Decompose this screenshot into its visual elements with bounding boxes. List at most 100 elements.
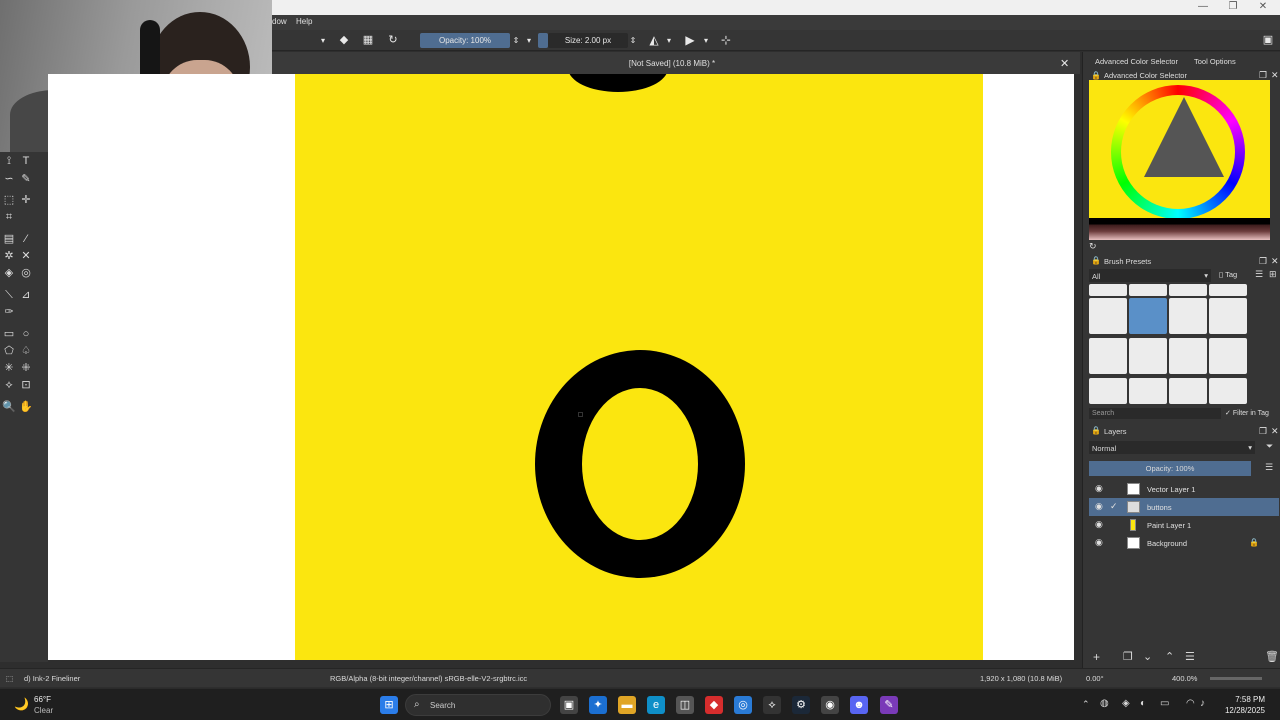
- edge-browser-icon[interactable]: e: [647, 696, 665, 714]
- brush-preset[interactable]: [1129, 378, 1167, 404]
- brush-preset[interactable]: [1089, 378, 1127, 404]
- brush-preset[interactable]: [1209, 338, 1247, 374]
- transform-tool-icon[interactable]: ⬚: [2, 193, 16, 207]
- tray-icon[interactable]: ◈: [1122, 698, 1130, 709]
- crop-tool-icon[interactable]: ⌗: [2, 210, 16, 224]
- alpha-lock-icon[interactable]: ▦: [360, 33, 376, 48]
- menu-help[interactable]: Help: [296, 17, 312, 26]
- chevron-down-icon[interactable]: ▾: [702, 33, 710, 48]
- polygon-select-icon[interactable]: ⬠: [2, 344, 16, 358]
- layer-opacity-slider[interactable]: Opacity: 100%: [1089, 461, 1251, 476]
- brush-preset[interactable]: [1169, 338, 1207, 374]
- list-view-icon[interactable]: ☰: [1255, 269, 1263, 280]
- brush-preset[interactable]: [1129, 338, 1167, 374]
- gradient-tool-icon[interactable]: ▤: [2, 232, 16, 246]
- mirror-horizontal-icon[interactable]: ◭: [646, 33, 662, 48]
- tray-icon[interactable]: ◍: [1100, 698, 1109, 709]
- reload-preset-icon[interactable]: ↻: [385, 33, 401, 48]
- filter-icon[interactable]: ⏷: [1266, 441, 1273, 452]
- weather-icon[interactable]: 🌙: [14, 697, 29, 711]
- text-tool-icon[interactable]: T: [19, 154, 33, 168]
- wrap-around-icon[interactable]: ⊹: [718, 33, 734, 48]
- brush-preset[interactable]: [1089, 298, 1127, 334]
- opacity-spin-icon[interactable]: ⇕: [512, 33, 520, 48]
- brush-preset[interactable]: [1209, 298, 1247, 334]
- chevron-down-icon[interactable]: ▾: [318, 33, 328, 48]
- canvas-vertical-scrollbar[interactable]: [1074, 74, 1082, 660]
- size-slider[interactable]: Size: 2.00 px: [548, 33, 628, 48]
- color-picker-icon[interactable]: ⁄: [19, 232, 33, 246]
- hue-ring[interactable]: [1111, 85, 1245, 218]
- eye-icon[interactable]: ◉: [1095, 483, 1103, 494]
- brush-preset[interactable]: [1169, 298, 1207, 334]
- brush-tag-button[interactable]: ▯ Tag: [1219, 270, 1237, 279]
- zoom-value[interactable]: 400.0%: [1172, 674, 1197, 683]
- move-layer-up-icon[interactable]: ⌃: [1165, 650, 1174, 663]
- brush-preset[interactable]: [1089, 284, 1127, 296]
- network-icon[interactable]: ▭: [1160, 698, 1169, 709]
- wifi-icon[interactable]: ◠: [1186, 698, 1195, 709]
- freehand-select-icon[interactable]: ♤: [19, 344, 33, 358]
- task-view-icon[interactable]: ▣: [560, 696, 578, 714]
- checkmark-icon[interactable]: ✓: [1110, 501, 1118, 512]
- close-docker-icon[interactable]: ✕: [1271, 256, 1279, 267]
- brush-preset[interactable]: [1209, 284, 1247, 296]
- weather-temp[interactable]: 66°F: [34, 695, 51, 704]
- tab-tool-options[interactable]: Tool Options: [1194, 57, 1236, 66]
- layer-row[interactable]: ◉ Background 🔒: [1089, 534, 1279, 552]
- volume-icon[interactable]: ♪: [1200, 698, 1205, 709]
- fill-tool-icon[interactable]: ◈: [2, 266, 16, 280]
- canvas[interactable]: [48, 74, 1074, 660]
- file-explorer-icon[interactable]: ▬: [618, 696, 636, 714]
- brush-search-input[interactable]: Search: [1089, 408, 1221, 419]
- size-slider-fill[interactable]: [538, 33, 548, 48]
- steam-icon[interactable]: ⚙: [792, 696, 810, 714]
- grid-view-icon[interactable]: ⊞: [1269, 269, 1277, 280]
- layer-menu-icon[interactable]: ☰: [1265, 462, 1273, 473]
- minimize-icon[interactable]: —: [1188, 0, 1218, 15]
- app-red-icon[interactable]: ◆: [705, 696, 723, 714]
- layer-row[interactable]: ◉ Paint Layer 1: [1089, 516, 1279, 534]
- eraser-icon[interactable]: ◆: [336, 33, 352, 48]
- size-spin-icon[interactable]: ⇕: [629, 33, 637, 48]
- brush-name[interactable]: d) Ink-2 Fineliner: [24, 674, 80, 683]
- krita-icon[interactable]: ✎: [880, 696, 898, 714]
- magnetic-select-icon[interactable]: ⊡: [19, 378, 33, 392]
- brush-preset-selected[interactable]: [1129, 298, 1167, 334]
- smart-patch-icon[interactable]: ✲: [2, 249, 16, 263]
- copilot-icon[interactable]: ✦: [589, 696, 607, 714]
- eye-icon[interactable]: ◉: [1095, 501, 1103, 512]
- tab-advanced-color-selector[interactable]: Advanced Color Selector: [1095, 57, 1178, 66]
- refresh-icon[interactable]: ↻: [1089, 241, 1097, 252]
- tray-icon[interactable]: ◐: [1140, 698, 1146, 709]
- lock-icon[interactable]: 🔒: [1249, 538, 1259, 547]
- docker-toggle-icon[interactable]: ▣: [1260, 33, 1276, 48]
- assistant-tool-icon[interactable]: ✕: [19, 249, 33, 263]
- brush-preset[interactable]: [1169, 378, 1207, 404]
- brush-preset[interactable]: [1089, 338, 1127, 374]
- duplicate-layer-icon[interactable]: ❐: [1123, 650, 1133, 663]
- taskbar-search[interactable]: ⌕ Search: [405, 694, 551, 716]
- color-history-strip[interactable]: [1089, 218, 1270, 240]
- menu-window[interactable]: dow: [272, 17, 287, 26]
- ellipse-select-icon[interactable]: ○: [19, 327, 33, 341]
- filter-in-tag-checkbox[interactable]: ✓ Filter in Tag: [1225, 409, 1269, 417]
- store-icon[interactable]: ◫: [676, 696, 694, 714]
- chrome-icon[interactable]: ◎: [734, 696, 752, 714]
- obs-icon[interactable]: ◉: [821, 696, 839, 714]
- move-layer-down-icon[interactable]: ⌄: [1143, 650, 1152, 663]
- opacity-slider[interactable]: Opacity: 100%: [420, 33, 510, 48]
- blend-mode-select[interactable]: Normal ▾: [1089, 441, 1255, 454]
- eye-icon[interactable]: ◉: [1095, 537, 1103, 548]
- enclose-fill-icon[interactable]: ◎: [19, 266, 33, 280]
- move-tool-icon[interactable]: ✛: [19, 193, 33, 207]
- document-title[interactable]: [Not Saved] (10.8 MiB) *: [522, 59, 822, 68]
- similar-select-icon[interactable]: ⁜: [19, 361, 33, 375]
- brush-filter-select[interactable]: All ▾: [1089, 269, 1211, 282]
- color-selector-widget[interactable]: [1089, 80, 1270, 218]
- layer-properties-icon[interactable]: ☰: [1185, 650, 1195, 663]
- pan-tool-icon[interactable]: ✋: [19, 400, 33, 414]
- measure-tool-icon[interactable]: ⟍: [2, 288, 16, 302]
- brush-preset[interactable]: [1169, 284, 1207, 296]
- clock-time[interactable]: 7:58 PM: [1215, 695, 1265, 704]
